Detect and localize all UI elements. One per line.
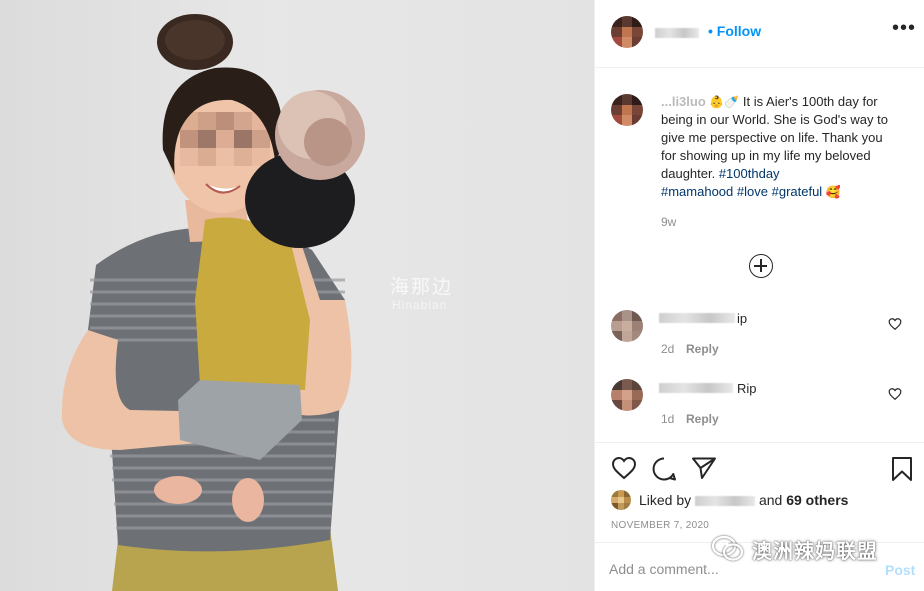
comment-avatar[interactable]	[611, 310, 643, 342]
post-date[interactable]: NOVEMBER 7, 2020	[611, 520, 709, 531]
comment-time[interactable]: 1d	[661, 412, 674, 426]
post-header: • Follow •••	[595, 0, 924, 68]
image-watermark-sub: Hinabian	[392, 298, 448, 312]
author-username-redacted[interactable]	[655, 28, 699, 38]
post-side-panel: • Follow ••• ...li3luo 👶🍼 It is Aier's 1…	[594, 0, 924, 591]
comment-avatar[interactable]	[611, 379, 643, 411]
post-image[interactable]: 海那边 Hinabian	[0, 0, 594, 591]
comment-like-heart-icon[interactable]	[888, 317, 902, 331]
liked-by-prefix: Liked by	[639, 492, 692, 508]
post-caption: ...li3luo 👶🍼 It is Aier's 100th day for …	[661, 93, 897, 201]
wechat-watermark: 澳洲辣妈联盟	[710, 534, 878, 564]
image-watermark: 海那边	[390, 277, 454, 298]
liked-by-avatar[interactable]	[611, 490, 631, 510]
post-comment-button[interactable]: Post	[885, 562, 915, 578]
caption-username[interactable]: ...li3luo	[661, 94, 706, 109]
caption-time[interactable]: 9w	[661, 215, 676, 229]
comment-username-redacted[interactable]	[659, 383, 733, 393]
follow-button[interactable]: • Follow	[708, 23, 761, 39]
caption-author-avatar[interactable]	[611, 94, 643, 126]
post-photo-illustration	[61, 14, 365, 591]
smiling-face-emoji: 🥰	[825, 185, 841, 199]
wechat-account-name: 澳洲辣妈联盟	[752, 540, 878, 563]
share-icon[interactable]	[691, 456, 717, 480]
comment-text: ip	[737, 311, 748, 326]
comment-reply-button[interactable]: Reply	[686, 412, 719, 426]
hashtag-100thday[interactable]: #100thday	[719, 166, 780, 181]
comment-username-redacted[interactable]	[659, 313, 735, 323]
comment-icon[interactable]	[651, 456, 677, 482]
more-options-icon[interactable]: •••	[891, 18, 917, 42]
wechat-icon	[711, 535, 744, 561]
comment-text: Rip	[737, 381, 757, 396]
author-avatar[interactable]	[611, 16, 643, 48]
post-actions: Liked by and 69 others NOVEMBER 7, 2020	[595, 442, 924, 542]
like-heart-icon[interactable]	[611, 456, 637, 480]
comment-like-heart-icon[interactable]	[888, 387, 902, 401]
comment-reply-button[interactable]: Reply	[686, 342, 719, 356]
liked-by-username-redacted[interactable]	[695, 496, 756, 507]
hashtag-grateful[interactable]: #grateful	[772, 184, 823, 199]
liked-by-count[interactable]: 69 others	[786, 492, 848, 508]
hashtag-mamahood[interactable]: #mamahood	[661, 184, 733, 199]
comment-time[interactable]: 2d	[661, 342, 674, 356]
save-bookmark-icon[interactable]	[891, 456, 913, 482]
load-more-comments-icon[interactable]	[749, 254, 773, 278]
liked-by-text: Liked by and 69 others	[639, 492, 848, 508]
baby-bottle-emoji: 👶🍼	[709, 95, 740, 109]
liked-by-and: and	[758, 492, 783, 508]
hashtag-love[interactable]: #love	[737, 184, 768, 199]
